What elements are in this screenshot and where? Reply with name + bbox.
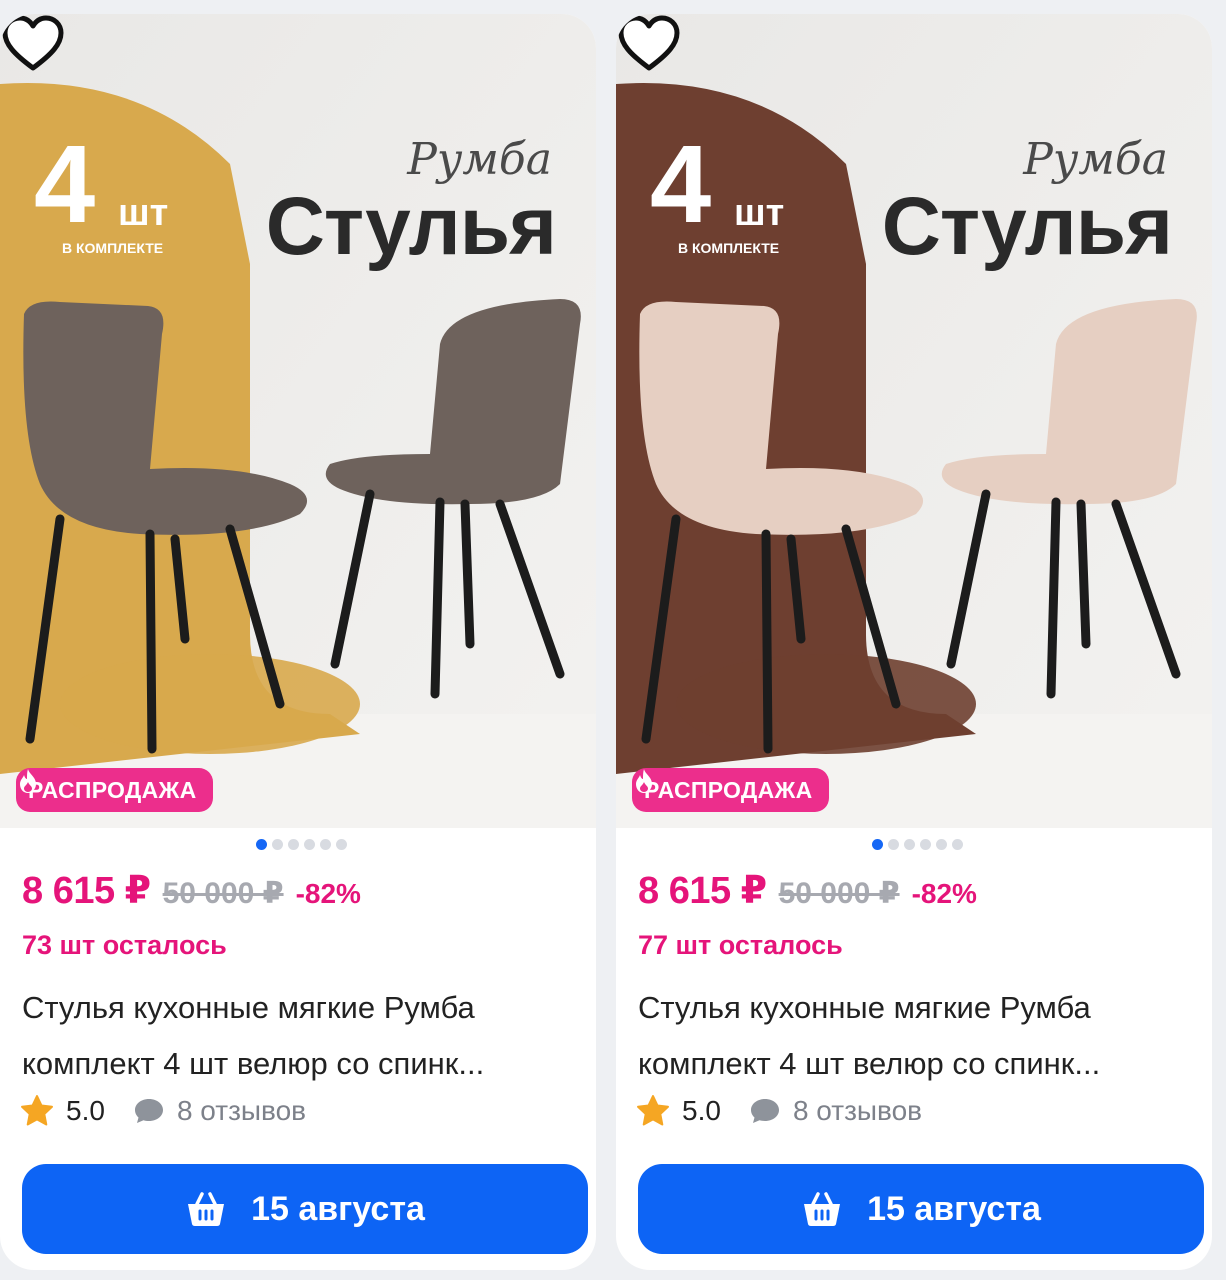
quantity-number: 4 xyxy=(650,123,711,246)
carousel-dot[interactable] xyxy=(952,839,963,850)
basket-icon xyxy=(188,1192,225,1226)
product-title[interactable]: Стулья кухонные мягкие Румба комплект 4 … xyxy=(638,980,1198,1092)
brand-logo: Румба xyxy=(407,134,552,185)
carousel-dot[interactable] xyxy=(272,839,283,850)
chat-bubble-icon xyxy=(134,1099,163,1123)
heart-outline-icon[interactable] xyxy=(616,14,682,74)
old-price: 50 000 ₽ xyxy=(778,877,900,910)
quantity-caption: В КОМПЛЕКТЕ xyxy=(678,240,780,256)
image-carousel-dots[interactable] xyxy=(256,839,347,850)
carousel-dot[interactable] xyxy=(920,839,931,850)
rating-row: 5.0 8 отзывов xyxy=(20,1094,306,1128)
product-image[interactable]: 4 шт В КОМПЛЕКТЕ Румба Стулья РАСПРОДАЖА xyxy=(0,14,596,828)
carousel-dot[interactable] xyxy=(336,839,347,850)
discount-percent: -82% xyxy=(911,878,977,909)
discount-percent: -82% xyxy=(295,878,361,909)
fire-icon xyxy=(636,769,652,793)
price-row: 8 615 ₽ 50 000 ₽ -82% xyxy=(22,868,361,913)
sale-badge: РАСПРОДАЖА xyxy=(16,768,213,812)
product-image[interactable]: 4 шт В КОМПЛЕКТЕ Румба Стулья РАСПРОДАЖА xyxy=(616,14,1212,828)
sale-badge-label: РАСПРОДАЖА xyxy=(644,776,813,803)
carousel-dot[interactable] xyxy=(888,839,899,850)
star-icon xyxy=(637,1095,669,1126)
basket-icon xyxy=(804,1192,841,1226)
current-price: 8 615 ₽ xyxy=(22,870,151,912)
carousel-dot[interactable] xyxy=(936,839,947,850)
price-row: 8 615 ₽ 50 000 ₽ -82% xyxy=(638,868,977,913)
sale-badge: РАСПРОДАЖА xyxy=(632,768,829,812)
carousel-dot[interactable] xyxy=(904,839,915,850)
image-headline: Стулья xyxy=(265,181,557,272)
product-card[interactable]: 4 шт В КОМПЛЕКТЕ Румба Стулья РАСПРОДАЖА xyxy=(0,14,596,1270)
delivery-date-label[interactable]: 15 августа xyxy=(251,1190,425,1229)
quantity-number: 4 xyxy=(34,123,95,246)
current-price: 8 615 ₽ xyxy=(638,870,767,912)
stock-remaining: 73 шт осталось xyxy=(22,930,227,960)
product-title-line[interactable]: комплект 4 шт велюр со спинк... xyxy=(22,1036,582,1092)
chat-bubble-icon xyxy=(750,1099,779,1123)
fire-icon xyxy=(20,769,36,793)
rating-value: 5.0 xyxy=(66,1095,105,1126)
product-title-line[interactable]: Стулья кухонные мягкие Румба xyxy=(638,980,1198,1036)
product-card[interactable]: 4 шт В КОМПЛЕКТЕ Румба Стулья РАСПРОДАЖА xyxy=(616,14,1212,1270)
old-price: 50 000 ₽ xyxy=(162,877,284,910)
delivery-date-label[interactable]: 15 августа xyxy=(867,1190,1041,1229)
quantity-unit: шт xyxy=(734,192,785,234)
rating-row: 5.0 8 отзывов xyxy=(636,1094,922,1128)
brand-logo: Румба xyxy=(1023,134,1168,185)
sale-badge-label: РАСПРОДАЖА xyxy=(28,776,197,803)
add-to-cart-button[interactable]: 15 августа xyxy=(638,1164,1204,1254)
carousel-dot[interactable] xyxy=(256,839,267,850)
quantity-unit: шт xyxy=(118,192,169,234)
product-title-line[interactable]: комплект 4 шт велюр со спинк... xyxy=(638,1036,1198,1092)
reviews-link[interactable]: 8 отзывов xyxy=(177,1095,306,1127)
carousel-dot[interactable] xyxy=(288,839,299,850)
product-title[interactable]: Стулья кухонные мягкие Румба комплект 4 … xyxy=(22,980,582,1092)
rating-value: 5.0 xyxy=(682,1095,721,1126)
product-grid: 4 шт В КОМПЛЕКТЕ Румба Стулья РАСПРОДАЖА xyxy=(0,0,1226,1280)
stock-remaining: 77 шт осталось xyxy=(638,930,843,960)
carousel-dot[interactable] xyxy=(320,839,331,850)
reviews-link[interactable]: 8 отзывов xyxy=(793,1095,922,1127)
add-to-cart-button[interactable]: 15 августа xyxy=(22,1164,588,1254)
quantity-caption: В КОМПЛЕКТЕ xyxy=(62,240,164,256)
carousel-dot[interactable] xyxy=(872,839,883,850)
product-title-line[interactable]: Стулья кухонные мягкие Румба xyxy=(22,980,582,1036)
image-headline: Стулья xyxy=(881,181,1173,272)
heart-outline-icon[interactable] xyxy=(0,14,66,74)
carousel-dot[interactable] xyxy=(304,839,315,850)
image-carousel-dots[interactable] xyxy=(872,839,963,850)
star-icon xyxy=(21,1095,53,1126)
